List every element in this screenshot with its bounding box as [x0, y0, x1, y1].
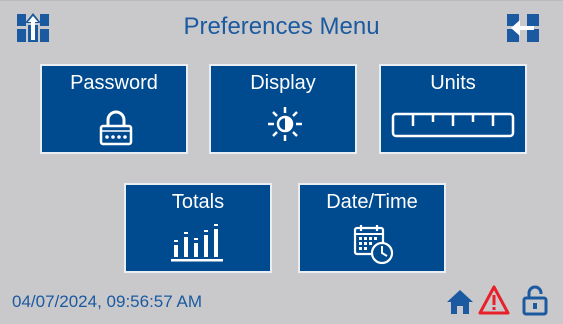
- bar-totals-icon: [171, 224, 223, 262]
- totals-label: Totals: [171, 191, 225, 213]
- preferences-screen: Preferences Menu Password Display Units …: [0, 0, 563, 324]
- display-label: Display: [250, 72, 316, 94]
- calendar-clock-icon: [353, 225, 394, 265]
- page-title: Preferences Menu: [183, 13, 380, 40]
- totals-button[interactable]: Totals: [124, 183, 272, 273]
- date-time-button[interactable]: Date/Time: [298, 183, 446, 273]
- home-icon[interactable]: [446, 289, 474, 315]
- warning-icon[interactable]: [478, 285, 510, 315]
- padlock-keypad-icon: [99, 110, 133, 146]
- ruler-icon: [391, 112, 515, 138]
- password-button[interactable]: Password: [40, 64, 188, 154]
- exit-arrow-icon[interactable]: [506, 11, 540, 45]
- display-button[interactable]: Display: [209, 64, 357, 154]
- date-time-label: Date/Time: [326, 191, 418, 213]
- date-time-readout: 04/07/2024, 09:56:57 AM: [12, 292, 202, 311]
- units-label: Units: [430, 72, 476, 94]
- password-label: Password: [70, 72, 158, 94]
- brightness-icon: [268, 107, 302, 141]
- unlocked-icon[interactable]: [521, 284, 549, 316]
- units-button[interactable]: Units: [379, 64, 527, 154]
